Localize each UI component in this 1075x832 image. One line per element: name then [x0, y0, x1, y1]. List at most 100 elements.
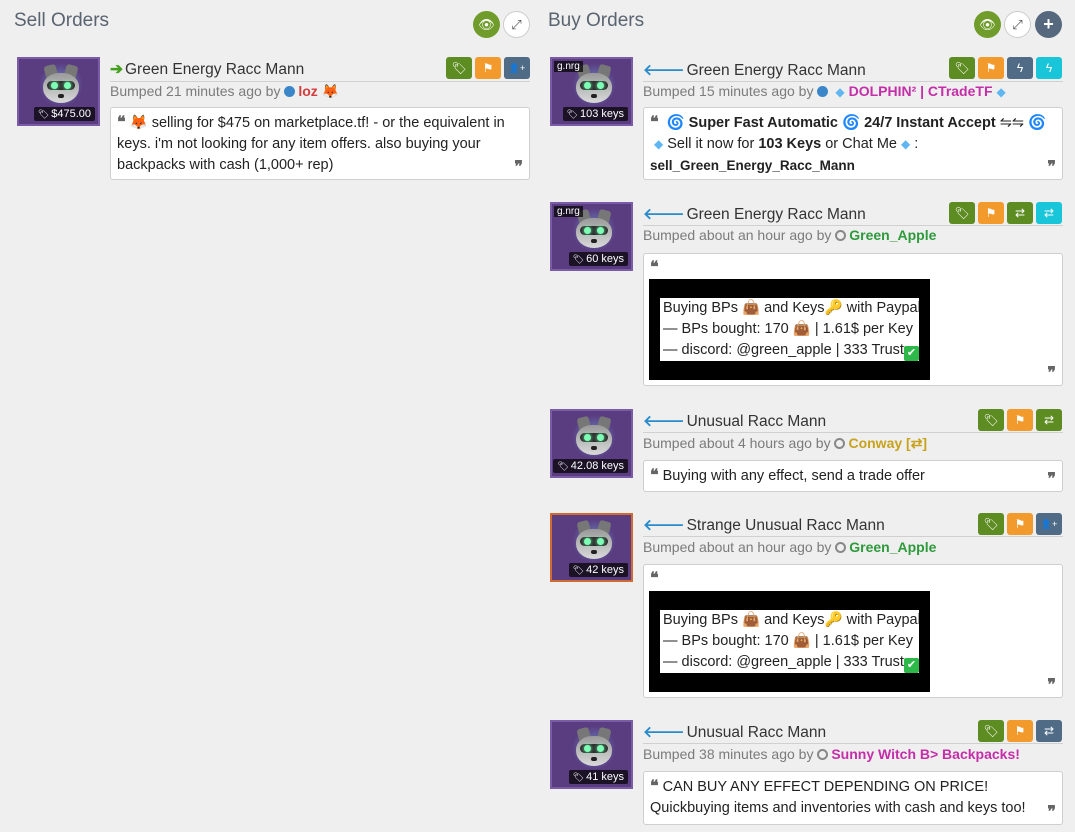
listing-title[interactable]: 🡐 Unusual Racc Mann — [643, 411, 826, 431]
diamond-icon: ◆ — [900, 137, 911, 151]
bumped-text: Bumped about an hour ago by — [643, 539, 832, 555]
price-check-button[interactable]: 🏷 — [949, 57, 975, 79]
add-friend-button[interactable]: 👤+ — [504, 57, 530, 79]
quote-close-icon: ❞ — [1047, 363, 1056, 382]
user-link[interactable]: Green_Apple — [849, 539, 936, 555]
item-image[interactable]: 🏷 42 keys — [550, 513, 633, 582]
flag-icon: ⚑ — [1014, 413, 1026, 427]
listing-item: g.nrg 🏷 60 keys 🡐 Green Energy Racc Mann 🏷… — [550, 202, 1063, 387]
quote-close-icon: ❞ — [1047, 157, 1056, 176]
listing-description: ❝ Buying BPs 👜 and Keys🔑 with Paypal — B… — [643, 564, 1063, 698]
raccoon-item-icon — [574, 415, 614, 461]
report-button[interactable]: ⚑ — [1007, 513, 1033, 535]
banner-text: | 1.61$ per Key — [814, 321, 913, 337]
report-button[interactable]: ⚑ — [1007, 409, 1033, 431]
price-tag: 🏷 $475.00 — [33, 107, 95, 121]
banner-bar — [649, 279, 930, 298]
banner-text: and Keys — [764, 300, 825, 316]
description-line-1: ❝ 🌀 Super Fast Automatic 🌀 24/7 Instant Acce… — [650, 111, 1056, 134]
price-check-button[interactable]: 🏷 — [978, 409, 1004, 431]
quote-open-icon: ❝ — [650, 257, 659, 276]
tag-icon: 🏷 — [983, 413, 999, 427]
description-line-2: ◆ Sell it now for 103 Keys or Chat Me ◆: — [650, 134, 1056, 155]
banner-line-1: Buying BPs 👜 and Keys🔑 with Paypal — [649, 298, 930, 319]
listing-actions: 🏷 ⚑ ⇄ — [978, 409, 1062, 431]
quote-open-icon: ❝ — [650, 776, 659, 795]
item-image[interactable]: 🏷 41 keys — [550, 720, 633, 789]
listing-title[interactable]: 🡐 Green Energy Racc Mann — [643, 60, 866, 80]
swap-icon: ⇄ — [1043, 724, 1055, 738]
sell-orders-title: Sell Orders — [14, 10, 110, 31]
listing-title[interactable]: ➔ Green Energy Racc Mann — [110, 60, 304, 79]
trade-offer-button[interactable]: ⇄ — [1036, 720, 1062, 742]
listing-description: ❝ Buying BPs 👜 and Keys🔑 with Paypal — B… — [643, 253, 1063, 386]
swirl-icon: 🌀 — [666, 115, 685, 131]
expand-icon: ⤢ — [1012, 16, 1023, 32]
quote-open-icon: ❝ — [650, 112, 659, 131]
listing-description: ❝ Buying with any effect, send a trade of… — [643, 460, 1063, 492]
toggle-visibility-button[interactable]: 👁 — [473, 11, 500, 38]
listing-title[interactable]: 🡐 Unusual Racc Mann — [643, 722, 826, 742]
diamond-icon: ◆ — [654, 137, 664, 151]
flag-icon: ⚑ — [985, 206, 997, 220]
banner-text: — BPs bought: 170 — [663, 633, 789, 649]
listing-title[interactable]: 🡐 Green Energy Racc Mann — [643, 204, 866, 224]
arrow-left-icon: 🡐 — [643, 724, 685, 741]
item-image[interactable]: 🏷 42.08 keys — [550, 409, 633, 478]
report-button[interactable]: ⚑ — [978, 202, 1004, 224]
add-listing-button[interactable]: + — [1035, 11, 1062, 38]
bumped-info: Bumped about an hour ago by Green_Apple — [643, 227, 936, 243]
add-friend-button[interactable]: 👤+ — [1036, 513, 1062, 535]
listing-description: ❝ CAN BUY ANY EFFECT DEPENDING ON PRICE! … — [643, 771, 1063, 825]
listing-title[interactable]: 🡐 Strange Unusual Racc Mann — [643, 515, 885, 535]
item-name: Green Energy Racc Mann — [125, 61, 305, 78]
quote-close-icon: ❞ — [1047, 802, 1056, 821]
item-image[interactable]: g.nrg 🏷 103 keys — [550, 57, 633, 126]
user-link[interactable]: Green_Apple — [849, 227, 936, 243]
ascii-banner: Buying BPs 👜 and Keys🔑 with Paypal — BPs… — [649, 279, 930, 380]
instant-trade-button[interactable]: ϟ — [1036, 57, 1062, 79]
tag-icon: 🏷 — [557, 461, 569, 471]
trade-offer-button[interactable]: ⇄ — [1007, 202, 1033, 224]
price-value: 42.08 keys — [570, 460, 624, 472]
description-text: CAN BUY ANY EFFECT DEPENDING ON PRICE! Q… — [650, 779, 1026, 816]
bumped-info: Bumped 21 minutes ago by loz 🦊 — [110, 83, 339, 100]
banner-text: Buying BPs — [663, 300, 738, 316]
fox-icon: 🦊 — [129, 115, 148, 131]
price-check-button[interactable]: 🏷 — [978, 513, 1004, 535]
price-check-button[interactable]: 🏷 — [446, 57, 472, 79]
banner-line-2: — BPs bought: 170 👜 | 1.61$ per Key — [649, 631, 930, 652]
quote-open-icon: ❝ — [117, 112, 126, 131]
report-button[interactable]: ⚑ — [978, 57, 1004, 79]
user-link[interactable]: Conway [⇄] — [848, 435, 927, 451]
toggle-visibility-button[interactable]: 👁 — [974, 11, 1001, 38]
expand-button[interactable]: ⤢ — [1004, 11, 1031, 38]
tag-icon: 🏷 — [572, 772, 585, 782]
buy-orders-header: Buy Orders 👁 ⤢ + — [538, 0, 1075, 48]
diamond-icon: ◆ — [996, 85, 1006, 99]
item-image[interactable]: g.nrg 🏷 60 keys — [550, 202, 633, 271]
check-icon: ✔ — [903, 658, 919, 673]
listing-actions: 🏷 ⚑ ϟ ϟ — [949, 57, 1062, 79]
bag-icon: 👜 — [792, 321, 811, 337]
flag-icon: ⚑ — [1014, 724, 1026, 738]
user-link[interactable]: loz — [298, 83, 317, 99]
user-link[interactable]: DOLPHIN² | CTradeTF — [849, 83, 993, 99]
report-button[interactable]: ⚑ — [475, 57, 501, 79]
report-button[interactable]: ⚑ — [1007, 720, 1033, 742]
price-check-button[interactable]: 🏷 — [949, 202, 975, 224]
bag-icon: 👜 — [742, 612, 761, 628]
trade-offer-button[interactable]: ⇄ — [1036, 409, 1062, 431]
item-image[interactable]: 🏷 $475.00 — [17, 57, 100, 126]
bot-trade-button[interactable]: ϟ — [1007, 57, 1033, 79]
expand-button[interactable]: ⤢ — [503, 11, 530, 38]
description-text: or Chat Me — [825, 136, 897, 152]
user-link[interactable]: Sunny Witch B> Backpacks! — [831, 746, 1020, 762]
price-value: 60 keys — [586, 253, 624, 265]
tag-icon: 🏷 — [983, 517, 999, 531]
buy-orders-title: Buy Orders — [548, 10, 645, 31]
instant-trade-button[interactable]: ⇄ — [1036, 202, 1062, 224]
price-check-button[interactable]: 🏷 — [978, 720, 1004, 742]
offline-status-icon — [835, 542, 847, 553]
arrow-left-icon: 🡐 — [643, 517, 685, 534]
